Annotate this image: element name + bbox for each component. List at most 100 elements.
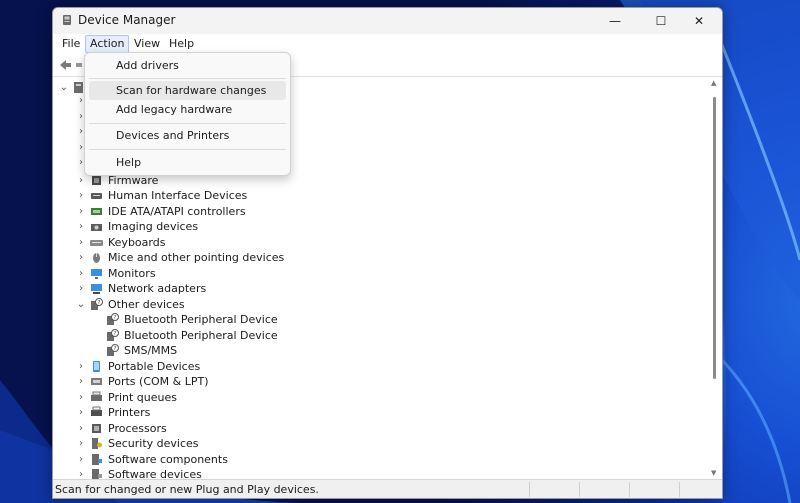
expand-chevron-icon[interactable]: › bbox=[76, 390, 86, 405]
status-cell bbox=[529, 482, 530, 497]
tree-item-label: Imaging devices bbox=[108, 220, 199, 233]
svg-text:?: ? bbox=[98, 300, 101, 306]
menu-separator bbox=[89, 149, 286, 150]
tree-item-ide-ata-atapi-controllers[interactable]: › IDE ATA/ATAPI controllers bbox=[76, 204, 376, 219]
tree-item-ports[interactable]: › Ports (COM & LPT) bbox=[76, 374, 376, 389]
tree-item-mice[interactable]: › Mice and other pointing devices bbox=[76, 250, 376, 265]
tree-item-sms-mms[interactable]: ? SMS/MMS bbox=[105, 343, 405, 358]
mouse-icon bbox=[93, 253, 100, 263]
tree-item-bluetooth-peripheral-1[interactable]: ? Bluetooth Peripheral Device bbox=[105, 312, 405, 327]
scroll-down-arrow-icon[interactable]: ▼ bbox=[711, 469, 716, 477]
menu-separator bbox=[89, 78, 286, 79]
tree-item-monitors[interactable]: › Monitors bbox=[76, 266, 376, 281]
menu-view[interactable]: View bbox=[130, 36, 164, 52]
expand-chevron-icon[interactable]: › bbox=[76, 235, 86, 250]
tree-item-label: Mice and other pointing devices bbox=[108, 251, 285, 264]
processor-icon bbox=[92, 424, 101, 433]
tree-item-label: Other devices bbox=[108, 298, 185, 311]
tree-item-label: Human Interface Devices bbox=[108, 189, 248, 202]
tree-item-bluetooth-peripheral-2[interactable]: ? Bluetooth Peripheral Device bbox=[105, 328, 405, 343]
tree-item-print-queues[interactable]: › Print queues bbox=[76, 390, 376, 405]
tree-item-security-devices[interactable]: › Security devices bbox=[76, 436, 376, 451]
tree-item-other-devices[interactable]: ⌄ ? Other devices bbox=[76, 297, 376, 312]
expand-chevron-icon[interactable]: › bbox=[76, 374, 86, 389]
menu-item-help[interactable]: Help bbox=[89, 153, 286, 172]
menu-help[interactable]: Help bbox=[165, 36, 198, 52]
close-button[interactable]: ✕ bbox=[676, 8, 722, 34]
maximize-icon: ☐ bbox=[655, 14, 667, 28]
action-menu-dropdown: Add drivers Scan for hardware changes Ad… bbox=[84, 52, 291, 176]
unknown-device-icon: ? bbox=[107, 329, 119, 341]
menu-bar: File Action View Help bbox=[53, 34, 722, 54]
hid-icon bbox=[91, 193, 102, 199]
menu-item-devices-and-printers[interactable]: Devices and Printers bbox=[89, 126, 286, 145]
expand-chevron-icon[interactable]: › bbox=[76, 219, 86, 234]
port-icon bbox=[91, 378, 102, 385]
expand-chevron-icon[interactable]: › bbox=[76, 421, 86, 436]
unknown-device-icon: ? bbox=[107, 313, 119, 325]
minimize-icon: — bbox=[609, 14, 621, 28]
tree-item-label: Keyboards bbox=[108, 236, 166, 249]
tree-item-keyboards[interactable]: › Keyboards bbox=[76, 235, 376, 250]
menu-file[interactable]: File bbox=[58, 36, 84, 52]
svg-text:?: ? bbox=[114, 331, 117, 337]
tree-item-label: Security devices bbox=[108, 437, 199, 450]
status-cell bbox=[679, 482, 680, 497]
expand-chevron-icon[interactable]: › bbox=[76, 204, 86, 219]
expand-chevron-icon[interactable]: › bbox=[76, 405, 86, 420]
expand-chevron-icon[interactable]: › bbox=[76, 188, 86, 203]
tree-item-human-interface-devices[interactable]: › Human Interface Devices bbox=[76, 188, 376, 203]
tree-item-label: Monitors bbox=[108, 267, 156, 280]
status-text: Scan for changed or new Plug and Play de… bbox=[55, 483, 319, 496]
menu-item-label: Scan for hardware changes bbox=[116, 84, 267, 97]
expand-chevron-icon[interactable]: › bbox=[76, 250, 86, 265]
minimize-button[interactable]: — bbox=[592, 8, 638, 34]
window-title: Device Manager bbox=[78, 13, 176, 27]
menu-separator bbox=[89, 123, 286, 124]
menu-item-label: Help bbox=[116, 156, 142, 169]
expand-chevron-icon[interactable]: › bbox=[76, 173, 86, 188]
tree-item-label: Ports (COM & LPT) bbox=[108, 375, 209, 388]
menu-item-add-drivers[interactable]: Add drivers bbox=[89, 56, 286, 75]
ide-controller-icon bbox=[91, 208, 102, 215]
svg-text:?: ? bbox=[114, 315, 117, 321]
tree-item-label: SMS/MMS bbox=[124, 344, 178, 357]
status-bar: Scan for changed or new Plug and Play de… bbox=[53, 479, 722, 498]
tree-item-label: Bluetooth Peripheral Device bbox=[124, 313, 278, 326]
tree-item-label: Print queues bbox=[108, 391, 177, 404]
vertical-scrollbar[interactable]: ▲ ▼ bbox=[708, 77, 722, 480]
tree-item-software-components[interactable]: › Software components bbox=[76, 452, 376, 467]
software-component-icon bbox=[92, 454, 102, 465]
menu-item-add-legacy-hardware[interactable]: Add legacy hardware bbox=[89, 100, 286, 119]
tree-item-printers[interactable]: › Printers bbox=[76, 405, 376, 420]
expand-chevron-icon[interactable]: › bbox=[76, 266, 86, 281]
menu-item-label: Devices and Printers bbox=[116, 129, 230, 142]
tree-item-processors[interactable]: › Processors bbox=[76, 421, 376, 436]
collapse-chevron-down-icon[interactable]: ⌄ bbox=[76, 297, 86, 312]
tree-item-label: Bluetooth Peripheral Device bbox=[124, 329, 278, 342]
expand-chevron-down-icon[interactable]: ⌄ bbox=[59, 80, 69, 95]
print-queue-icon bbox=[91, 391, 102, 401]
monitor-icon bbox=[91, 269, 102, 279]
expand-chevron-icon[interactable]: › bbox=[76, 359, 86, 374]
svg-text:?: ? bbox=[114, 346, 117, 352]
expand-chevron-icon[interactable]: › bbox=[76, 452, 86, 467]
tree-item-network-adapters[interactable]: › Network adapters bbox=[76, 281, 376, 296]
menu-item-label: Add drivers bbox=[116, 59, 179, 72]
portable-device-icon bbox=[93, 361, 100, 372]
tree-item-imaging-devices[interactable]: › Imaging devices bbox=[76, 219, 376, 234]
tree-item-label: Processors bbox=[108, 422, 167, 435]
scrollbar-thumb[interactable] bbox=[713, 97, 716, 379]
expand-chevron-icon[interactable]: › bbox=[76, 436, 86, 451]
menu-item-label: Add legacy hardware bbox=[116, 103, 233, 116]
expand-chevron-icon[interactable]: › bbox=[76, 281, 86, 296]
tree-item-label: Software components bbox=[108, 453, 228, 466]
title-bar[interactable]: Device Manager — ☐ ✕ bbox=[53, 8, 722, 34]
back-arrow-icon[interactable] bbox=[57, 57, 73, 73]
menu-action[interactable]: Action bbox=[85, 35, 130, 53]
unknown-device-icon: ? bbox=[91, 298, 103, 310]
status-cell bbox=[629, 482, 630, 497]
tree-item-portable-devices[interactable]: › Portable Devices bbox=[76, 359, 376, 374]
scroll-up-arrow-icon[interactable]: ▲ bbox=[711, 79, 716, 87]
menu-item-scan-for-hardware-changes[interactable]: Scan for hardware changes bbox=[89, 81, 286, 100]
